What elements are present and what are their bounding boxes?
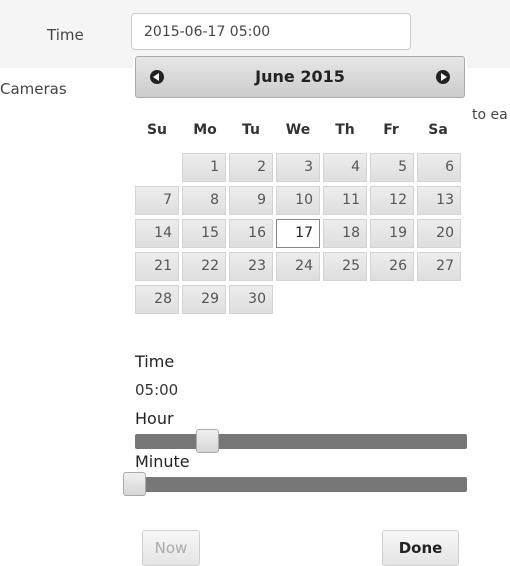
weekday-header: Sa <box>428 122 448 138</box>
calendar-day[interactable]: 19 <box>370 219 414 248</box>
calendar-day[interactable]: 23 <box>229 252 273 281</box>
time-heading: Time <box>135 352 175 371</box>
calendar-day[interactable]: 8 <box>182 186 226 215</box>
time-input[interactable] <box>131 13 411 50</box>
calendar-day[interactable]: 6 <box>417 153 461 182</box>
calendar-day[interactable]: 30 <box>229 285 273 314</box>
calendar-day[interactable]: 3 <box>276 153 320 182</box>
calendar-day-selected[interactable]: 17 <box>276 219 320 248</box>
weekday-header: Th <box>335 122 355 138</box>
calendar-day[interactable]: 21 <box>135 252 179 281</box>
trailing-text: to ea <box>472 107 508 123</box>
hour-slider[interactable] <box>135 429 467 453</box>
cameras-label: Cameras <box>0 80 67 98</box>
weekday-header: Su <box>146 122 168 138</box>
datetime-picker: June 2015 Su Mo Tu We Th Fr Sa 1 2 3 4 5… <box>123 56 467 566</box>
calendar-day[interactable]: 22 <box>182 252 226 281</box>
done-button[interactable]: Done <box>382 530 459 566</box>
month-title: June 2015 <box>255 67 345 86</box>
calendar-day[interactable]: 12 <box>370 186 414 215</box>
calendar-header: June 2015 <box>135 56 465 98</box>
calendar-day[interactable]: 13 <box>417 186 461 215</box>
calendar-day[interactable]: 5 <box>370 153 414 182</box>
now-button[interactable]: Now <box>142 530 200 566</box>
minute-slider-handle[interactable] <box>123 472 146 496</box>
calendar-day[interactable]: 10 <box>276 186 320 215</box>
calendar-day[interactable]: 1 <box>182 153 226 182</box>
calendar-day[interactable]: 16 <box>229 219 273 248</box>
calendar-day[interactable]: 28 <box>135 285 179 314</box>
next-month-icon[interactable] <box>436 70 450 84</box>
hour-label: Hour <box>135 409 174 428</box>
calendar-day[interactable]: 2 <box>229 153 273 182</box>
calendar-day[interactable]: 26 <box>370 252 414 281</box>
calendar-day[interactable]: 20 <box>417 219 461 248</box>
weekday-header: Mo <box>193 122 217 138</box>
calendar-day[interactable]: 11 <box>323 186 367 215</box>
calendar-day[interactable]: 14 <box>135 219 179 248</box>
calendar-day[interactable]: 7 <box>135 186 179 215</box>
calendar-day[interactable]: 9 <box>229 186 273 215</box>
weekday-header: We <box>285 122 311 138</box>
calendar-day[interactable]: 25 <box>323 252 367 281</box>
minute-slider[interactable] <box>123 472 467 496</box>
weekday-header: Tu <box>242 122 260 138</box>
calendar-day[interactable]: 4 <box>323 153 367 182</box>
calendar-day[interactable]: 18 <box>323 219 367 248</box>
calendar-day[interactable]: 27 <box>417 252 461 281</box>
calendar-day[interactable]: 15 <box>182 219 226 248</box>
time-label: Time <box>47 26 84 44</box>
calendar-day[interactable]: 29 <box>182 285 226 314</box>
time-value: 05:00 <box>135 381 179 399</box>
hour-slider-handle[interactable] <box>196 429 219 453</box>
minute-label: Minute <box>135 452 190 471</box>
calendar-day[interactable]: 24 <box>276 252 320 281</box>
weekday-header: Fr <box>383 122 399 138</box>
